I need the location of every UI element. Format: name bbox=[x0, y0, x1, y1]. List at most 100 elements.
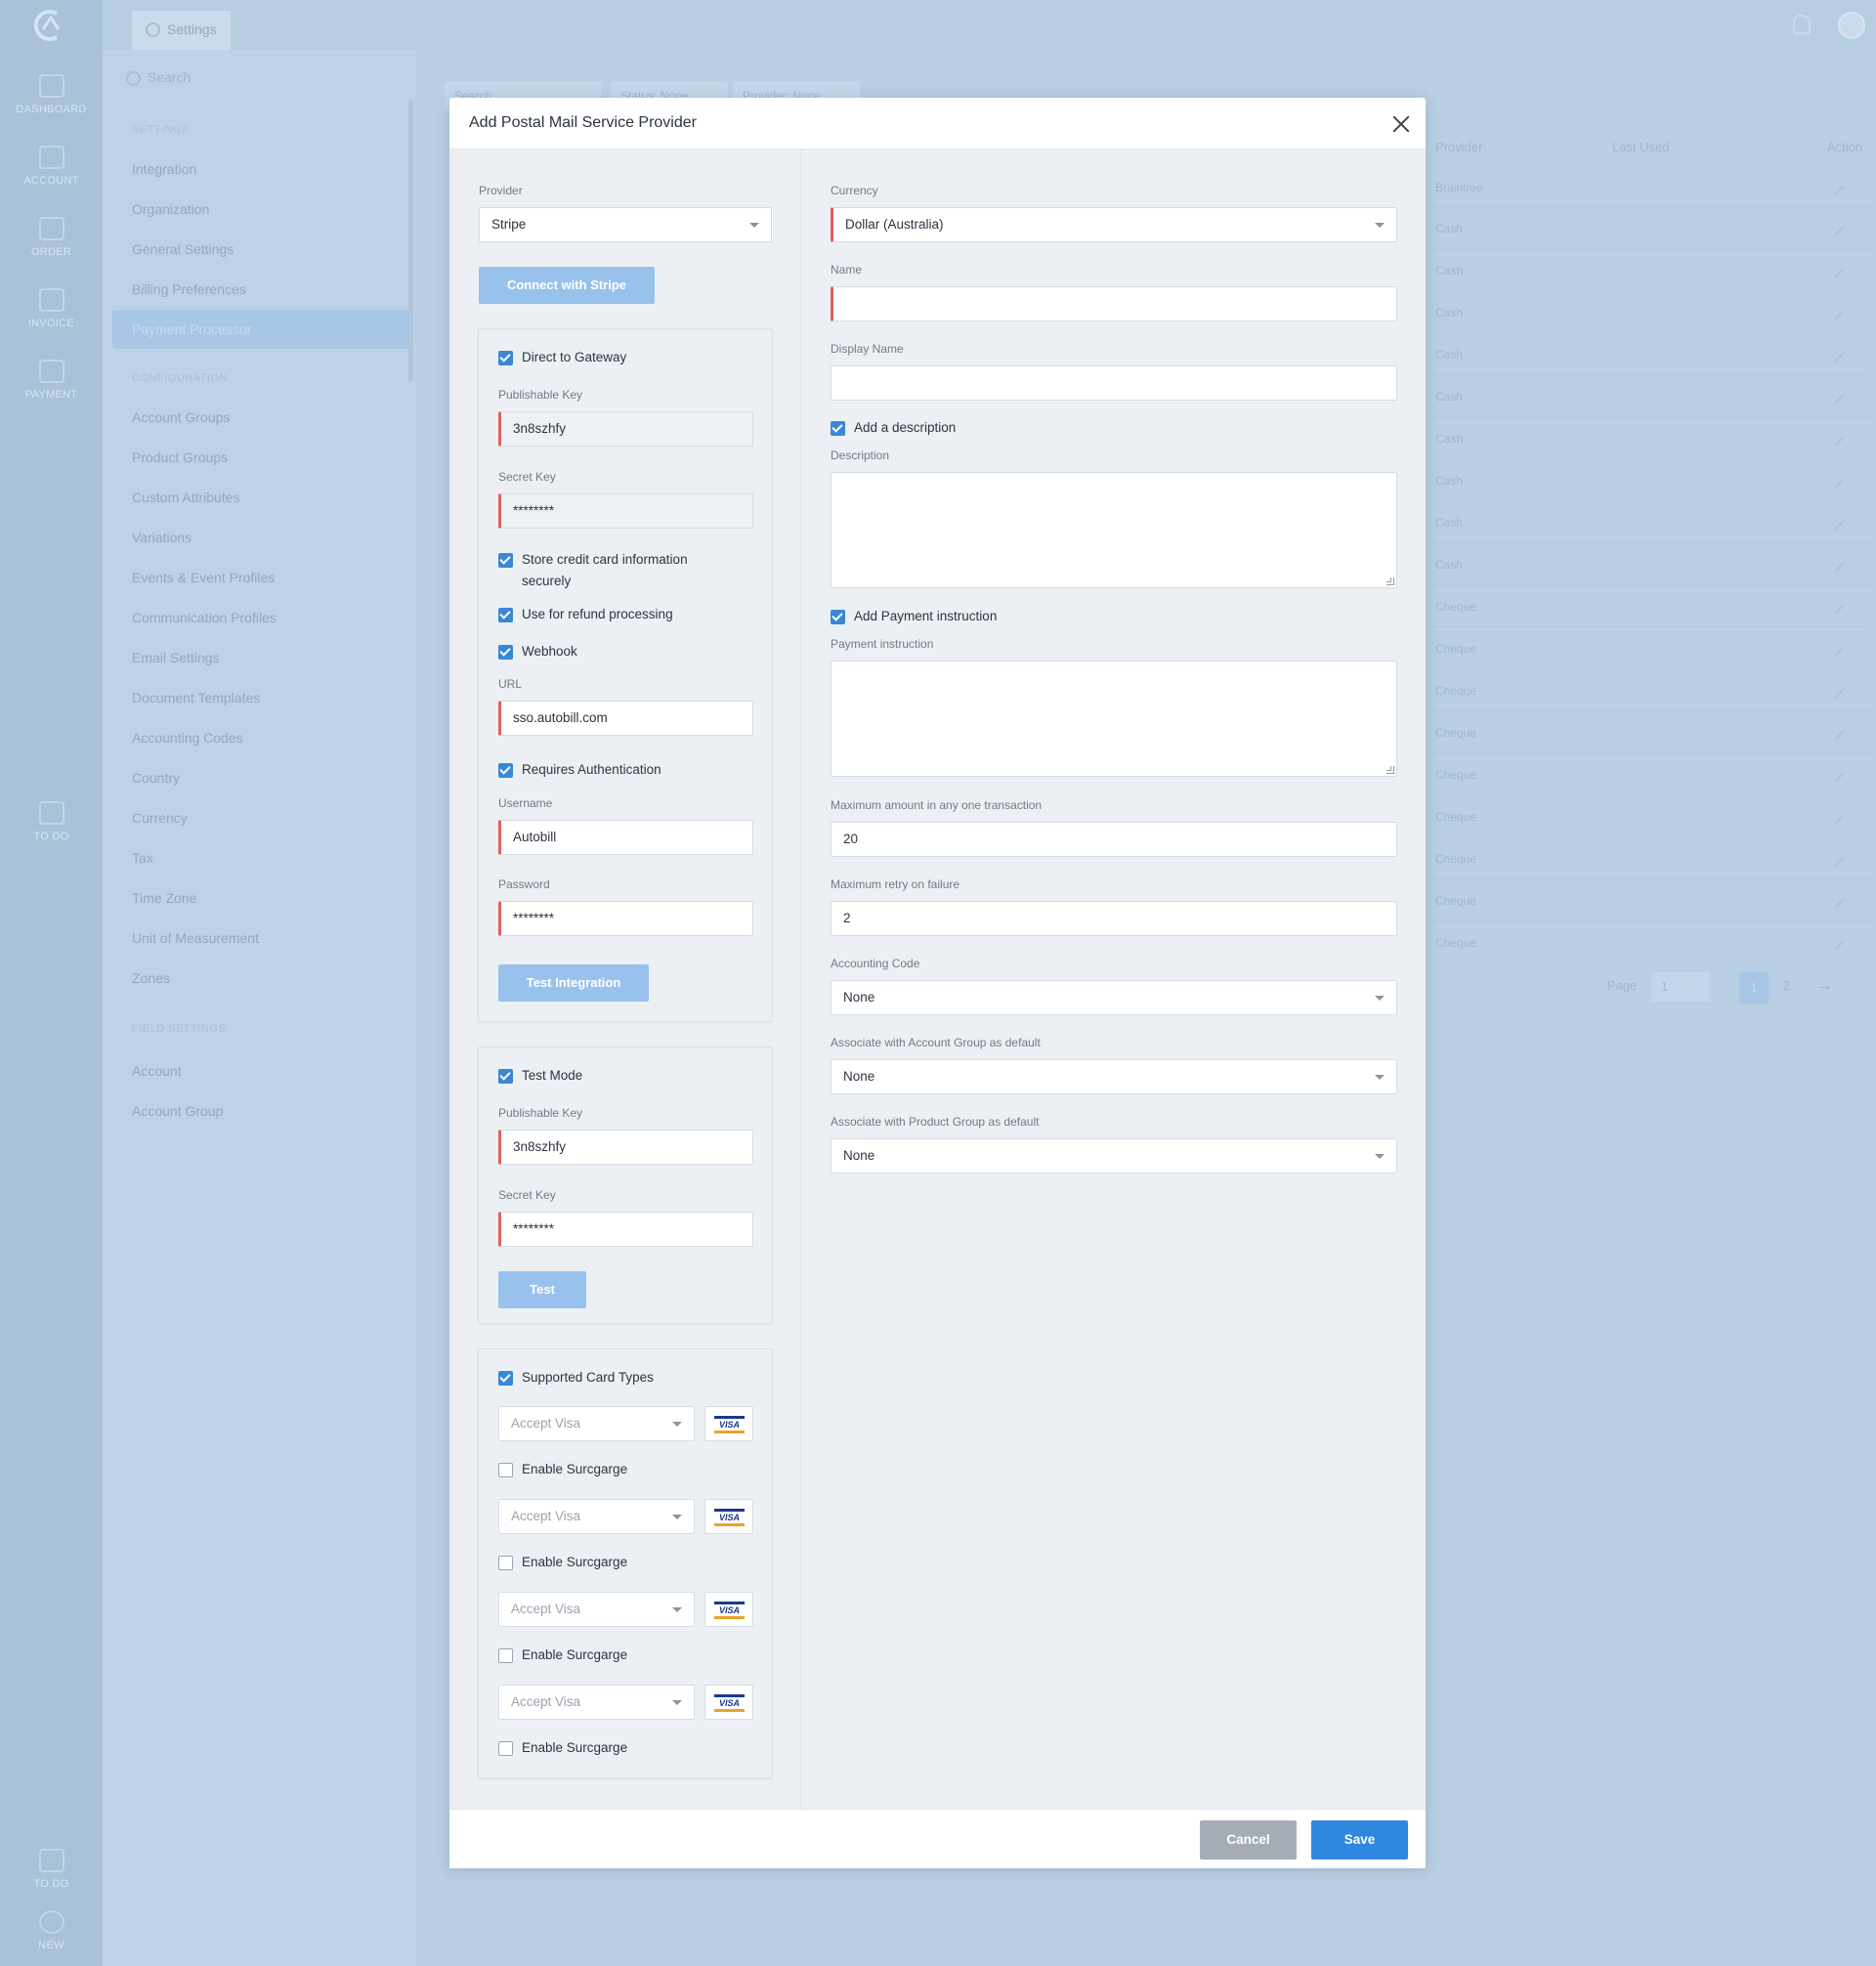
username-input[interactable]: Autobill bbox=[498, 820, 753, 855]
payment-instruction-textarea[interactable] bbox=[831, 661, 1397, 777]
configuration-item[interactable]: Currency bbox=[132, 810, 188, 826]
table-row[interactable]: Cash bbox=[1431, 334, 1871, 375]
edit-pencil-icon[interactable] bbox=[1827, 471, 1845, 489]
edit-pencil-icon[interactable] bbox=[1827, 555, 1845, 573]
product-group-select[interactable]: None bbox=[831, 1138, 1397, 1174]
configuration-item[interactable]: Email Settings bbox=[132, 650, 219, 665]
configuration-item[interactable]: Custom Attributes bbox=[132, 490, 240, 505]
configuration-item[interactable]: Variations bbox=[132, 530, 192, 545]
enable-surcharge-checkbox[interactable] bbox=[498, 1741, 513, 1756]
table-row[interactable]: Cash bbox=[1431, 208, 1871, 249]
settings-search-input[interactable]: Search bbox=[126, 69, 191, 86]
nav-dashboard[interactable]: DASHBOARD bbox=[0, 74, 103, 115]
table-row[interactable]: Cheque bbox=[1431, 628, 1871, 669]
card-type-select[interactable]: Accept Visa bbox=[498, 1406, 695, 1441]
test-integration-button[interactable]: Test Integration bbox=[498, 964, 649, 1002]
resize-handle-icon[interactable] bbox=[1386, 766, 1394, 774]
card-type-select[interactable]: Accept Visa bbox=[498, 1685, 695, 1720]
edit-pencil-icon[interactable] bbox=[1827, 639, 1845, 657]
publishable-key-input[interactable]: 3n8szhfy bbox=[498, 411, 753, 447]
requires-auth-checkbox[interactable] bbox=[498, 763, 513, 778]
webhook-checkbox[interactable] bbox=[498, 645, 513, 660]
configuration-item[interactable]: Country bbox=[132, 770, 180, 786]
configuration-item[interactable]: Tax bbox=[132, 850, 153, 866]
currency-select[interactable]: Dollar (Australia) bbox=[831, 207, 1397, 242]
table-row[interactable]: Cash bbox=[1431, 502, 1871, 543]
avatar[interactable] bbox=[1838, 12, 1865, 39]
nav-order[interactable]: ORDER bbox=[0, 217, 103, 258]
max-amount-input[interactable]: 20 bbox=[831, 822, 1397, 857]
configuration-item[interactable]: Time Zone bbox=[132, 890, 196, 906]
supported-card-types-checkbox[interactable] bbox=[498, 1371, 513, 1386]
close-icon[interactable] bbox=[1390, 113, 1412, 135]
settings-item[interactable]: Billing Preferences bbox=[132, 281, 246, 297]
configuration-item[interactable]: Communication Profiles bbox=[132, 610, 277, 625]
provider-select[interactable]: Stripe bbox=[479, 207, 772, 242]
field-settings-item[interactable]: Account Group bbox=[132, 1103, 223, 1119]
configuration-item[interactable]: Unit of Measurement bbox=[132, 930, 259, 946]
configuration-item[interactable]: Product Groups bbox=[132, 449, 228, 465]
table-row[interactable]: Braintree bbox=[1431, 167, 1871, 208]
card-type-select[interactable]: Accept Visa bbox=[498, 1499, 695, 1534]
table-row[interactable]: Cash bbox=[1431, 418, 1871, 459]
add-description-checkbox[interactable] bbox=[831, 421, 845, 436]
table-row[interactable]: Cash bbox=[1431, 460, 1871, 501]
configuration-item[interactable]: Zones bbox=[132, 970, 170, 986]
direct-to-gateway-checkbox[interactable] bbox=[498, 351, 513, 365]
page-2[interactable]: 2 bbox=[1783, 978, 1790, 993]
cancel-button[interactable]: Cancel bbox=[1200, 1820, 1297, 1859]
refund-processing-checkbox[interactable] bbox=[498, 608, 513, 622]
page-1[interactable]: 1 bbox=[1739, 972, 1769, 1004]
edit-pencil-icon[interactable] bbox=[1827, 765, 1845, 783]
settings-item-active[interactable]: Payment Processor bbox=[112, 310, 408, 349]
edit-pencil-icon[interactable] bbox=[1827, 807, 1845, 825]
settings-scrollbar[interactable] bbox=[408, 99, 413, 382]
edit-pencil-icon[interactable] bbox=[1827, 387, 1845, 405]
edit-pencil-icon[interactable] bbox=[1827, 891, 1845, 909]
test-button[interactable]: Test bbox=[498, 1271, 586, 1308]
edit-pencil-icon[interactable] bbox=[1827, 723, 1845, 741]
test-secret-key-input[interactable]: ******** bbox=[498, 1212, 753, 1247]
table-row[interactable]: Cash bbox=[1431, 250, 1871, 291]
connect-stripe-button[interactable]: Connect with Stripe bbox=[479, 267, 655, 304]
enable-surcharge-checkbox[interactable] bbox=[498, 1648, 513, 1663]
table-row[interactable]: Cheque bbox=[1431, 796, 1871, 837]
edit-pencil-icon[interactable] bbox=[1827, 597, 1845, 615]
name-input[interactable] bbox=[831, 286, 1397, 321]
edit-pencil-icon[interactable] bbox=[1827, 261, 1845, 278]
edit-pencil-icon[interactable] bbox=[1827, 345, 1845, 363]
enable-surcharge-checkbox[interactable] bbox=[498, 1556, 513, 1570]
edit-pencil-icon[interactable] bbox=[1827, 849, 1845, 867]
table-row[interactable]: Cheque bbox=[1431, 922, 1871, 963]
settings-item[interactable]: General Settings bbox=[132, 241, 234, 257]
edit-pencil-icon[interactable] bbox=[1827, 178, 1845, 195]
edit-pencil-icon[interactable] bbox=[1827, 513, 1845, 531]
max-retry-input[interactable]: 2 bbox=[831, 901, 1397, 936]
nav-todo-bottom[interactable]: TO DO bbox=[0, 1849, 103, 1890]
table-row[interactable]: Cheque bbox=[1431, 670, 1871, 711]
nav-account[interactable]: ACCOUNT bbox=[0, 146, 103, 187]
nav-new[interactable]: NEW bbox=[0, 1910, 103, 1951]
table-row[interactable]: Cheque bbox=[1431, 838, 1871, 879]
edit-pencil-icon[interactable] bbox=[1827, 303, 1845, 321]
table-row[interactable]: Cash bbox=[1431, 292, 1871, 333]
save-button[interactable]: Save bbox=[1311, 1820, 1408, 1859]
table-row[interactable]: Cash bbox=[1431, 376, 1871, 417]
configuration-item[interactable]: Events & Event Profiles bbox=[132, 570, 275, 585]
resize-handle-icon[interactable] bbox=[1386, 577, 1394, 585]
table-row[interactable]: Cheque bbox=[1431, 754, 1871, 795]
nav-invoice[interactable]: INVOICE bbox=[0, 288, 103, 329]
edit-pencil-icon[interactable] bbox=[1827, 219, 1845, 236]
enable-surcharge-checkbox[interactable] bbox=[498, 1463, 513, 1477]
accounting-code-select[interactable]: None bbox=[831, 980, 1397, 1015]
page-select[interactable]: 1 bbox=[1651, 972, 1710, 1002]
test-mode-checkbox[interactable] bbox=[498, 1069, 513, 1084]
test-publishable-key-input[interactable]: 3n8szhfy bbox=[498, 1130, 753, 1165]
configuration-item[interactable]: Account Groups bbox=[132, 409, 230, 425]
add-payment-instruction-checkbox[interactable] bbox=[831, 610, 845, 624]
card-type-select[interactable]: Accept Visa bbox=[498, 1592, 695, 1627]
settings-item[interactable]: Integration bbox=[132, 161, 196, 177]
next-arrow-icon[interactable]: → bbox=[1814, 974, 1834, 997]
nav-todo[interactable]: TO DO bbox=[0, 801, 103, 842]
tab-settings[interactable]: Settings bbox=[132, 11, 231, 50]
